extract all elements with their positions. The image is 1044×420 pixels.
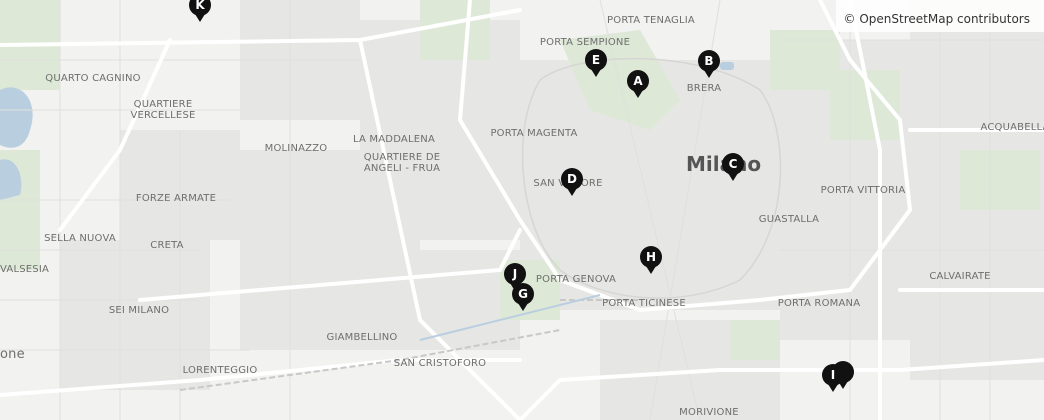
marker-letter: C (728, 157, 738, 171)
label-porta-tenaglia: PORTA TENAGLIA (607, 15, 695, 26)
label-molinazzo: MOLINAZZO (264, 143, 328, 154)
label-porta-genova: PORTA GENOVA (535, 274, 617, 285)
label-calvairate: CALVAIRATE (929, 271, 991, 282)
label-forze-armate: FORZE ARMATE (135, 193, 217, 204)
label-valsesia: VALSESIA (0, 264, 50, 275)
label-quartiere-de-angeli-line1: QUARTIERE DE (363, 152, 441, 163)
map-marker-e[interactable]: E (584, 48, 608, 78)
label-lorenteggio: LORENTEGGIO (182, 365, 258, 376)
label-morivione: MORIVIONE (679, 407, 739, 418)
label-giambellino: GIAMBELLINO (326, 332, 398, 343)
label-porta-sempione: PORTA SEMPIONE (539, 37, 631, 48)
marker-letter: D (567, 172, 577, 186)
marker-letter: I (830, 368, 836, 382)
label-sei-milano: SEI MILANO (108, 305, 170, 316)
label-brera: BRERA (686, 83, 722, 94)
map-marker-i[interactable]: I (821, 363, 845, 393)
label-guastalla: GUASTALLA (758, 214, 820, 225)
marker-letter: A (633, 74, 643, 88)
marker-letter: K (195, 0, 205, 12)
label-sella-nuova: SELLA NUOVA (44, 233, 116, 244)
label-quartiere-vercellese-line2: VERCELLESE (130, 110, 196, 121)
label-acquabella: ACQUABELLA (980, 122, 1044, 133)
label-porta-vittoria: PORTA VITTORIA (820, 185, 906, 196)
map-marker-k[interactable]: K (188, 0, 212, 23)
map-base-layer (0, 0, 1044, 420)
label-quarto-cagnino: QUARTO CAGNINO (45, 73, 141, 84)
label-quartiere-vercellese-line1: QUARTIERE (133, 99, 193, 110)
label-porta-magenta: PORTA MAGENTA (490, 128, 578, 139)
map-marker-c[interactable]: C (721, 152, 745, 182)
label-creta: CRETA (150, 240, 184, 251)
marker-letter: B (704, 54, 714, 68)
label-san-cristoforo: SAN CRISTOFORO (393, 358, 487, 369)
marker-letter: E (591, 53, 601, 67)
map-canvas[interactable]: PORTA TENAGLIA PORTA SEMPIONE BRERA QUAR… (0, 0, 1044, 420)
map-marker-d[interactable]: D (560, 167, 584, 197)
marker-letter: H (645, 250, 657, 264)
label-la-maddalena: LA MADDALENA (353, 134, 435, 145)
label-quartiere-de-angeli-line2: ANGELI - FRUA (363, 163, 441, 174)
map-attribution[interactable]: © OpenStreetMap contributors (835, 0, 1044, 32)
label-partial-edge: one (0, 347, 25, 362)
map-marker-h[interactable]: H (639, 245, 663, 275)
map-marker-j[interactable]: J (503, 262, 527, 292)
label-porta-romana: PORTA ROMANA (777, 298, 861, 309)
marker-letter: J (512, 267, 518, 281)
map-marker-a[interactable]: A (626, 69, 650, 99)
label-porta-ticinese: PORTA TICINESE (602, 298, 686, 309)
map-marker-b[interactable]: B (697, 49, 721, 79)
